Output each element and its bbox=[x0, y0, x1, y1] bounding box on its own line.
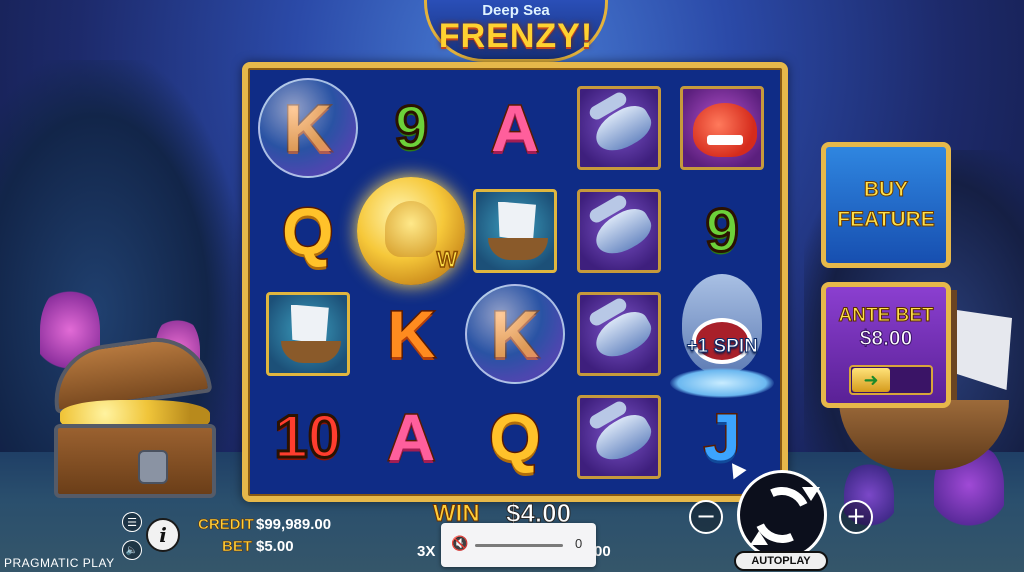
reel-cell: A bbox=[360, 385, 464, 488]
symbol-q: Q bbox=[281, 193, 335, 268]
reel-cell: A bbox=[463, 76, 567, 179]
volume-popup: 🔇 0 bbox=[441, 523, 596, 567]
ante-bet-panel: ANTE BET $8.00 ➜ bbox=[821, 282, 951, 408]
reel-cell: 9 bbox=[360, 76, 464, 179]
hammerhead-shark-icon bbox=[576, 188, 661, 273]
bubble-icon bbox=[257, 77, 358, 178]
provider-logo: PRAGMATIC PLAY bbox=[4, 556, 115, 570]
pirate-ship-icon bbox=[472, 188, 557, 273]
reel-cell: J bbox=[670, 385, 774, 488]
reel-cell: +1 SPIN bbox=[670, 273, 775, 398]
mini-sail bbox=[497, 201, 536, 242]
buy-feature-line2: FEATURE bbox=[837, 208, 936, 232]
symbol-q: Q bbox=[488, 399, 542, 474]
info-button[interactable]: i bbox=[146, 518, 180, 552]
autoplay-button[interactable]: AUTOPLAY bbox=[734, 551, 828, 571]
ante-bet-value: $8.00 bbox=[859, 327, 913, 351]
reel-cell bbox=[567, 76, 671, 179]
logo-title: FRENZY! bbox=[438, 17, 594, 55]
spin-button[interactable] bbox=[737, 470, 827, 560]
symbol-10: 10 bbox=[273, 402, 343, 470]
symbol-9: 9 bbox=[393, 93, 429, 161]
arrow-right-icon: ➜ bbox=[863, 369, 879, 391]
hammerhead-shark-icon bbox=[576, 394, 661, 479]
extra-spin-label: +1 SPIN bbox=[686, 335, 758, 357]
buy-feature-line1: BUY bbox=[863, 178, 909, 202]
sound-icon[interactable]: 🔈 bbox=[122, 540, 142, 560]
reel-cell: Q bbox=[463, 385, 567, 488]
octopus-icon bbox=[385, 200, 438, 257]
reel-cell: K bbox=[463, 282, 567, 385]
reel-cell bbox=[463, 179, 567, 282]
bubble-icon bbox=[464, 283, 565, 384]
spin-shark-icon: +1 SPIN bbox=[670, 273, 775, 398]
red-shark-teeth bbox=[707, 134, 744, 145]
mini-hull bbox=[280, 340, 341, 363]
menu-icon[interactable]: ☰ bbox=[122, 512, 142, 532]
ante-bet-toggle[interactable]: ➜ bbox=[849, 365, 933, 395]
reel-cell: W bbox=[357, 176, 466, 285]
toggle-knob: ➜ bbox=[852, 368, 890, 392]
volume-value: 0 bbox=[575, 536, 583, 551]
pirate-ship-icon bbox=[265, 291, 350, 376]
credit-value: $99,989.00 bbox=[256, 516, 332, 533]
reel-cell bbox=[567, 282, 671, 385]
red-shark-body bbox=[693, 102, 758, 157]
increase-bet-button[interactable]: + bbox=[839, 500, 873, 534]
reel-cell: Q bbox=[256, 179, 360, 282]
ante-bet-title: ANTE BET bbox=[838, 305, 934, 327]
reel-cell: 9 bbox=[670, 179, 774, 282]
red-shark-icon bbox=[680, 85, 765, 170]
mini-sail bbox=[290, 304, 329, 345]
hammerhead-shark-icon bbox=[576, 85, 661, 170]
hammerhead-shark-icon bbox=[576, 291, 661, 376]
wild-letter: W bbox=[436, 246, 458, 273]
ship-sail bbox=[957, 310, 1012, 390]
arrow-tip-icon bbox=[802, 487, 820, 501]
reel-grid: K 9 A Q W bbox=[256, 76, 775, 488]
reel-frame: K 9 A Q W bbox=[242, 62, 788, 502]
ship-hull bbox=[839, 400, 1009, 470]
padlock-icon bbox=[138, 450, 168, 484]
game-logo: Deep Sea FRENZY! bbox=[424, 0, 608, 62]
partial-amount: 00 bbox=[594, 543, 611, 560]
volume-slider[interactable] bbox=[475, 544, 563, 547]
win-multiplier: 3X bbox=[417, 543, 436, 560]
credit-label: CREDIT bbox=[198, 516, 254, 534]
decrease-bet-button[interactable]: − bbox=[689, 500, 723, 534]
reel-cell: 10 bbox=[256, 385, 360, 488]
reel-cell bbox=[567, 179, 671, 282]
symbol-a: A bbox=[386, 399, 437, 474]
arrow-tip-icon bbox=[750, 531, 768, 545]
mute-icon[interactable]: 🔇 bbox=[451, 536, 468, 552]
bet-label: BET bbox=[222, 538, 253, 556]
mini-hull bbox=[487, 237, 548, 260]
bet-value: $5.00 bbox=[256, 538, 294, 555]
reel-cell bbox=[670, 76, 774, 179]
buy-feature-button[interactable]: BUY FEATURE bbox=[821, 142, 951, 268]
octopus-wild-icon: W bbox=[357, 176, 466, 285]
symbol-9: 9 bbox=[704, 196, 740, 264]
chest-body bbox=[54, 424, 216, 498]
symbol-k: K bbox=[386, 296, 437, 371]
reel-cell bbox=[256, 282, 360, 385]
treasure-chest bbox=[47, 330, 220, 502]
reel-cell bbox=[567, 385, 671, 488]
reel-cell: K bbox=[256, 76, 360, 179]
reel-cell: K bbox=[360, 282, 464, 385]
symbol-a: A bbox=[490, 90, 541, 165]
